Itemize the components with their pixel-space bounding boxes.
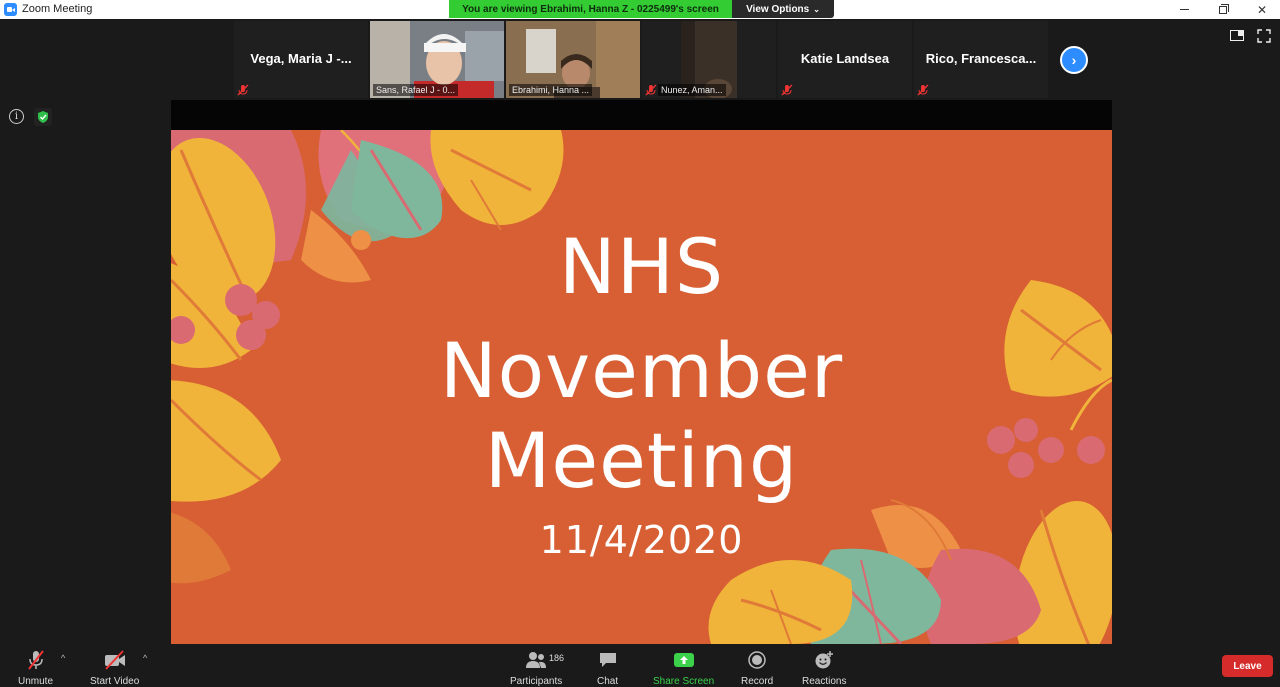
close-button[interactable]: ✕ xyxy=(1244,0,1280,19)
screen-share-banner: You are viewing Ebrahimi, Hanna Z - 0225… xyxy=(449,0,834,18)
slide-title-line: NHS xyxy=(558,222,725,311)
audio-options-caret[interactable]: ^ xyxy=(61,653,65,663)
mic-muted-icon xyxy=(237,83,249,96)
participant-tile-active-speaker[interactable]: Ebrahimi, Hanna ... xyxy=(506,21,640,98)
unmute-label: Unmute xyxy=(18,676,54,687)
reactions-label: Reactions xyxy=(802,676,847,687)
leave-button[interactable]: Leave xyxy=(1222,655,1273,677)
share-screen-button[interactable]: Share Screen xyxy=(653,648,714,687)
record-button[interactable]: Record xyxy=(741,648,773,687)
viewing-status: You are viewing Ebrahimi, Hanna Z - 0225… xyxy=(449,0,732,18)
start-video-label: Start Video xyxy=(90,676,140,687)
participant-tile[interactable]: Vega, Maria J -... xyxy=(234,21,368,98)
participants-label: Participants xyxy=(510,676,563,687)
participant-tile[interactable]: Sans, Rafael J - 0... xyxy=(370,21,504,98)
slide-title-line: Meeting xyxy=(484,416,799,505)
participant-tile[interactable]: Nunez, Aman... xyxy=(642,21,776,98)
participant-name: Katie Landsea xyxy=(800,51,890,66)
restore-button[interactable] xyxy=(1205,0,1241,19)
mic-muted-icon xyxy=(27,650,44,670)
slide-title-line: November xyxy=(439,326,844,415)
next-page-button[interactable]: › xyxy=(1060,46,1088,74)
mic-muted-icon xyxy=(645,83,657,96)
reactions-icon xyxy=(815,651,834,669)
participant-name: Sans, Rafael J - 0... xyxy=(373,84,459,96)
chevron-down-icon: ⌄ xyxy=(813,4,820,14)
participant-tile[interactable]: Katie Landsea xyxy=(778,21,912,98)
reactions-button[interactable]: Reactions xyxy=(802,648,846,687)
window-title: Zoom Meeting xyxy=(22,3,93,15)
zoom-app-icon xyxy=(4,3,17,16)
mic-muted-icon xyxy=(781,83,793,96)
share-screen-icon xyxy=(673,653,694,667)
video-off-icon xyxy=(104,650,125,670)
close-icon: ✕ xyxy=(1256,2,1268,17)
participant-tile[interactable]: Rico, Francesca... xyxy=(914,21,1048,98)
participants-icon xyxy=(526,652,547,668)
record-label: Record xyxy=(741,676,774,687)
shield-icon[interactable] xyxy=(34,108,52,126)
share-screen-label: Share Screen xyxy=(653,676,715,687)
record-icon xyxy=(748,651,766,669)
slide-date: 11/4/2020 xyxy=(539,518,744,562)
view-options-button[interactable]: View Options ⌄ xyxy=(732,0,834,18)
participant-name: Ebrahimi, Hanna ... xyxy=(509,84,593,96)
minimize-button[interactable] xyxy=(1166,0,1202,19)
start-video-button[interactable]: Start Video xyxy=(90,648,139,687)
chat-label: Chat xyxy=(597,676,619,687)
gallery-layout-icon[interactable] xyxy=(1230,30,1244,41)
participant-name: Nunez, Aman... xyxy=(658,84,726,96)
participant-name: Rico, Francesca... xyxy=(925,51,1037,66)
next-page-icon: › xyxy=(1071,52,1077,68)
shared-screen-top-bar xyxy=(171,100,1112,130)
chat-button[interactable]: Chat xyxy=(597,648,618,687)
unmute-button[interactable]: Unmute xyxy=(18,648,53,687)
chat-icon xyxy=(599,653,616,667)
meeting-toolbar: Unmute ^ Start Video ^ Participants 186 xyxy=(0,644,1280,687)
view-options-label: View Options xyxy=(746,3,810,15)
info-icon[interactable]: i xyxy=(9,109,24,124)
restore-icon xyxy=(1219,3,1229,14)
mic-muted-icon xyxy=(917,83,929,96)
video-options-caret[interactable]: ^ xyxy=(143,653,147,663)
participant-name: Vega, Maria J -... xyxy=(250,51,352,66)
fullscreen-icon[interactable] xyxy=(1257,29,1271,43)
participant-count: 186 xyxy=(549,653,565,663)
minimize-icon xyxy=(1179,9,1189,10)
shared-screen: NHS November Meeting 11/4/2020 xyxy=(171,130,1112,644)
